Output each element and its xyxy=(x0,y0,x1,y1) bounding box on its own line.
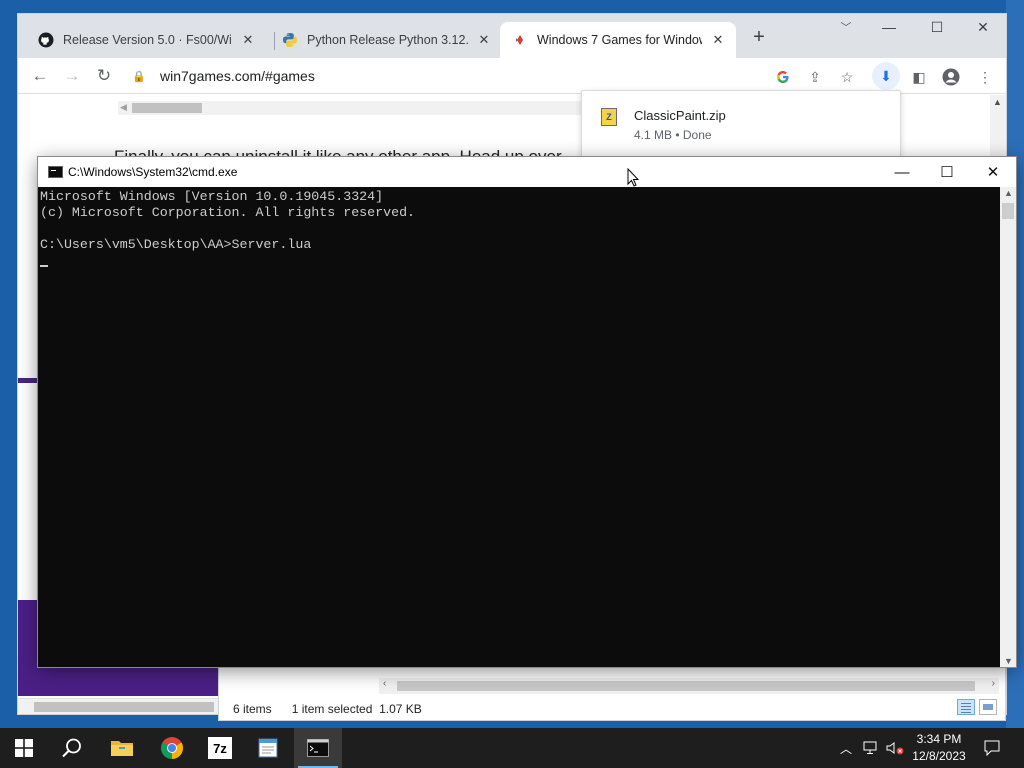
close-icon[interactable]: ✕ xyxy=(970,157,1016,187)
scrollbar-thumb[interactable] xyxy=(397,681,975,691)
google-lens-icon[interactable] xyxy=(774,68,792,86)
profile-icon[interactable] xyxy=(942,68,960,86)
search-icon[interactable] xyxy=(48,728,96,768)
menu-kebab-icon[interactable]: ⋮ xyxy=(976,68,994,86)
tab-strip: Release Version 5.0 · Fs00/Win10 ✕ Pytho… xyxy=(18,14,1006,58)
clock-time: 3:34 PM xyxy=(916,732,962,746)
browser-toolbar: ← → ↻ 🔒 win7games.com/#games ⇪ ☆ ⬇ ◧ ⋮ xyxy=(18,58,1006,94)
scrollbar-thumb[interactable] xyxy=(34,702,214,712)
text-cursor xyxy=(40,265,48,267)
address-bar[interactable]: 🔒 win7games.com/#games xyxy=(128,62,768,90)
scroll-left-icon[interactable]: ‹ xyxy=(383,678,386,689)
cmd-window: C:\Windows\System32\cmd.exe — ☐ ✕ Micros… xyxy=(38,157,1016,667)
page-horizontal-scrollbar[interactable] xyxy=(18,698,228,714)
tab-search-chevron-icon[interactable]: ﹀ xyxy=(836,17,856,37)
site-accent-line xyxy=(18,378,40,383)
scroll-up-icon[interactable]: ▲ xyxy=(1004,188,1013,198)
clock-date: 12/8/2023 xyxy=(912,749,966,763)
tab-windows7-games[interactable]: Windows 7 Games for Windows ✕ xyxy=(500,22,736,58)
mouse-pointer-icon xyxy=(627,168,639,187)
tab-github-release[interactable]: Release Version 5.0 · Fs00/Win10 ✕ xyxy=(26,22,266,58)
tab-python-release[interactable]: Python Release Python 3.12.1 | P ✕ xyxy=(270,22,502,58)
minimize-icon[interactable]: — xyxy=(879,157,925,187)
windows-logo-icon xyxy=(15,739,33,757)
url-text[interactable]: win7games.com/#games xyxy=(160,68,315,84)
7zip-icon[interactable]: 7z xyxy=(196,728,244,768)
item-count: 6 items xyxy=(233,702,272,716)
notepad-icon[interactable] xyxy=(244,728,292,768)
show-hidden-icons-chevron-icon[interactable]: ︿ xyxy=(836,728,856,768)
scroll-down-icon[interactable]: ▼ xyxy=(1004,656,1013,666)
cmd-title-bar[interactable]: C:\Windows\System32\cmd.exe — ☐ ✕ xyxy=(38,157,1016,187)
side-panel-icon[interactable]: ◧ xyxy=(910,68,928,86)
scrollbar-thumb[interactable] xyxy=(132,103,202,113)
system-clock[interactable]: 3:34 PM 12/8/2023 xyxy=(906,731,972,765)
notification-center-icon[interactable] xyxy=(978,728,1006,768)
maximize-icon[interactable]: ☐ xyxy=(914,14,960,40)
large-icons-view-icon[interactable] xyxy=(979,699,997,715)
forward-icon[interactable]: → xyxy=(58,62,86,90)
cmd-window-title: C:\Windows\System32\cmd.exe xyxy=(68,165,238,179)
cmd-console-output[interactable]: Microsoft Windows [Version 10.0.19045.33… xyxy=(38,187,1000,667)
share-icon[interactable]: ⇪ xyxy=(806,68,824,86)
zip-file-icon: Z xyxy=(601,108,617,126)
tab-close-icon[interactable]: ✕ xyxy=(240,32,256,48)
selection-info: 1 item selected 1.07 KB xyxy=(292,702,422,716)
reload-icon[interactable]: ↻ xyxy=(90,62,118,90)
explorer-horizontal-scrollbar[interactable]: ‹ › xyxy=(379,678,999,694)
tab-close-icon[interactable]: ✕ xyxy=(710,32,726,48)
tab-close-icon[interactable]: ✕ xyxy=(476,32,492,48)
scroll-left-icon[interactable]: ◀ xyxy=(120,102,127,113)
scroll-up-icon[interactable]: ▲ xyxy=(993,97,1002,107)
chrome-icon[interactable] xyxy=(148,728,196,768)
win7games-icon xyxy=(516,35,523,45)
code-horizontal-scrollbar[interactable]: ◀ xyxy=(118,101,588,115)
tab-title: Python Release Python 3.12.1 | P xyxy=(307,33,468,47)
taskbar: 7z ︿ 3:34 PM 12/8/2023 xyxy=(0,728,1024,768)
github-icon xyxy=(38,32,54,48)
details-view-icon[interactable] xyxy=(957,699,975,715)
scroll-right-icon[interactable]: › xyxy=(992,678,995,689)
maximize-icon[interactable]: ☐ xyxy=(924,157,970,187)
lock-icon: 🔒 xyxy=(132,70,146,83)
cmd-vertical-scrollbar[interactable]: ▲ ▼ xyxy=(1000,187,1016,667)
cmd-icon[interactable] xyxy=(48,166,63,178)
back-icon[interactable]: ← xyxy=(26,62,54,90)
console-cursor-line xyxy=(40,253,1000,269)
selection-text: 1 item selected xyxy=(291,702,373,716)
download-status: 4.1 MB • Done xyxy=(634,128,712,142)
bookmark-star-icon[interactable]: ☆ xyxy=(838,68,856,86)
tab-title: Windows 7 Games for Windows xyxy=(537,33,702,47)
network-icon[interactable] xyxy=(860,728,882,768)
tab-title: Release Version 5.0 · Fs00/Win10 xyxy=(63,33,232,47)
volume-muted-icon[interactable] xyxy=(884,728,906,768)
new-tab-icon[interactable]: + xyxy=(748,26,770,48)
selection-size: 1.07 KB xyxy=(379,702,422,716)
download-icon[interactable]: ⬇ xyxy=(872,62,900,90)
close-icon[interactable]: ✕ xyxy=(960,14,1006,40)
file-explorer-icon[interactable] xyxy=(98,728,146,768)
python-icon xyxy=(283,33,297,47)
console-line: (c) Microsoft Corporation. All rights re… xyxy=(40,205,416,220)
scrollbar-thumb[interactable] xyxy=(1002,203,1014,219)
download-filename[interactable]: ClassicPaint.zip xyxy=(634,108,726,123)
console-line: Microsoft Windows [Version 10.0.19045.33… xyxy=(40,189,384,204)
console-line: C:\Users\vm5\Desktop\AA>Server.lua xyxy=(40,237,312,252)
explorer-status-bar: 6 items 1 item selected 1.07 KB xyxy=(233,702,422,716)
start-button[interactable] xyxy=(0,728,48,768)
minimize-icon[interactable]: — xyxy=(866,14,912,40)
file-explorer-window: ‹ › 6 items 1 item selected 1.07 KB xyxy=(219,668,1005,720)
cmd-taskbar-icon[interactable] xyxy=(294,728,342,768)
